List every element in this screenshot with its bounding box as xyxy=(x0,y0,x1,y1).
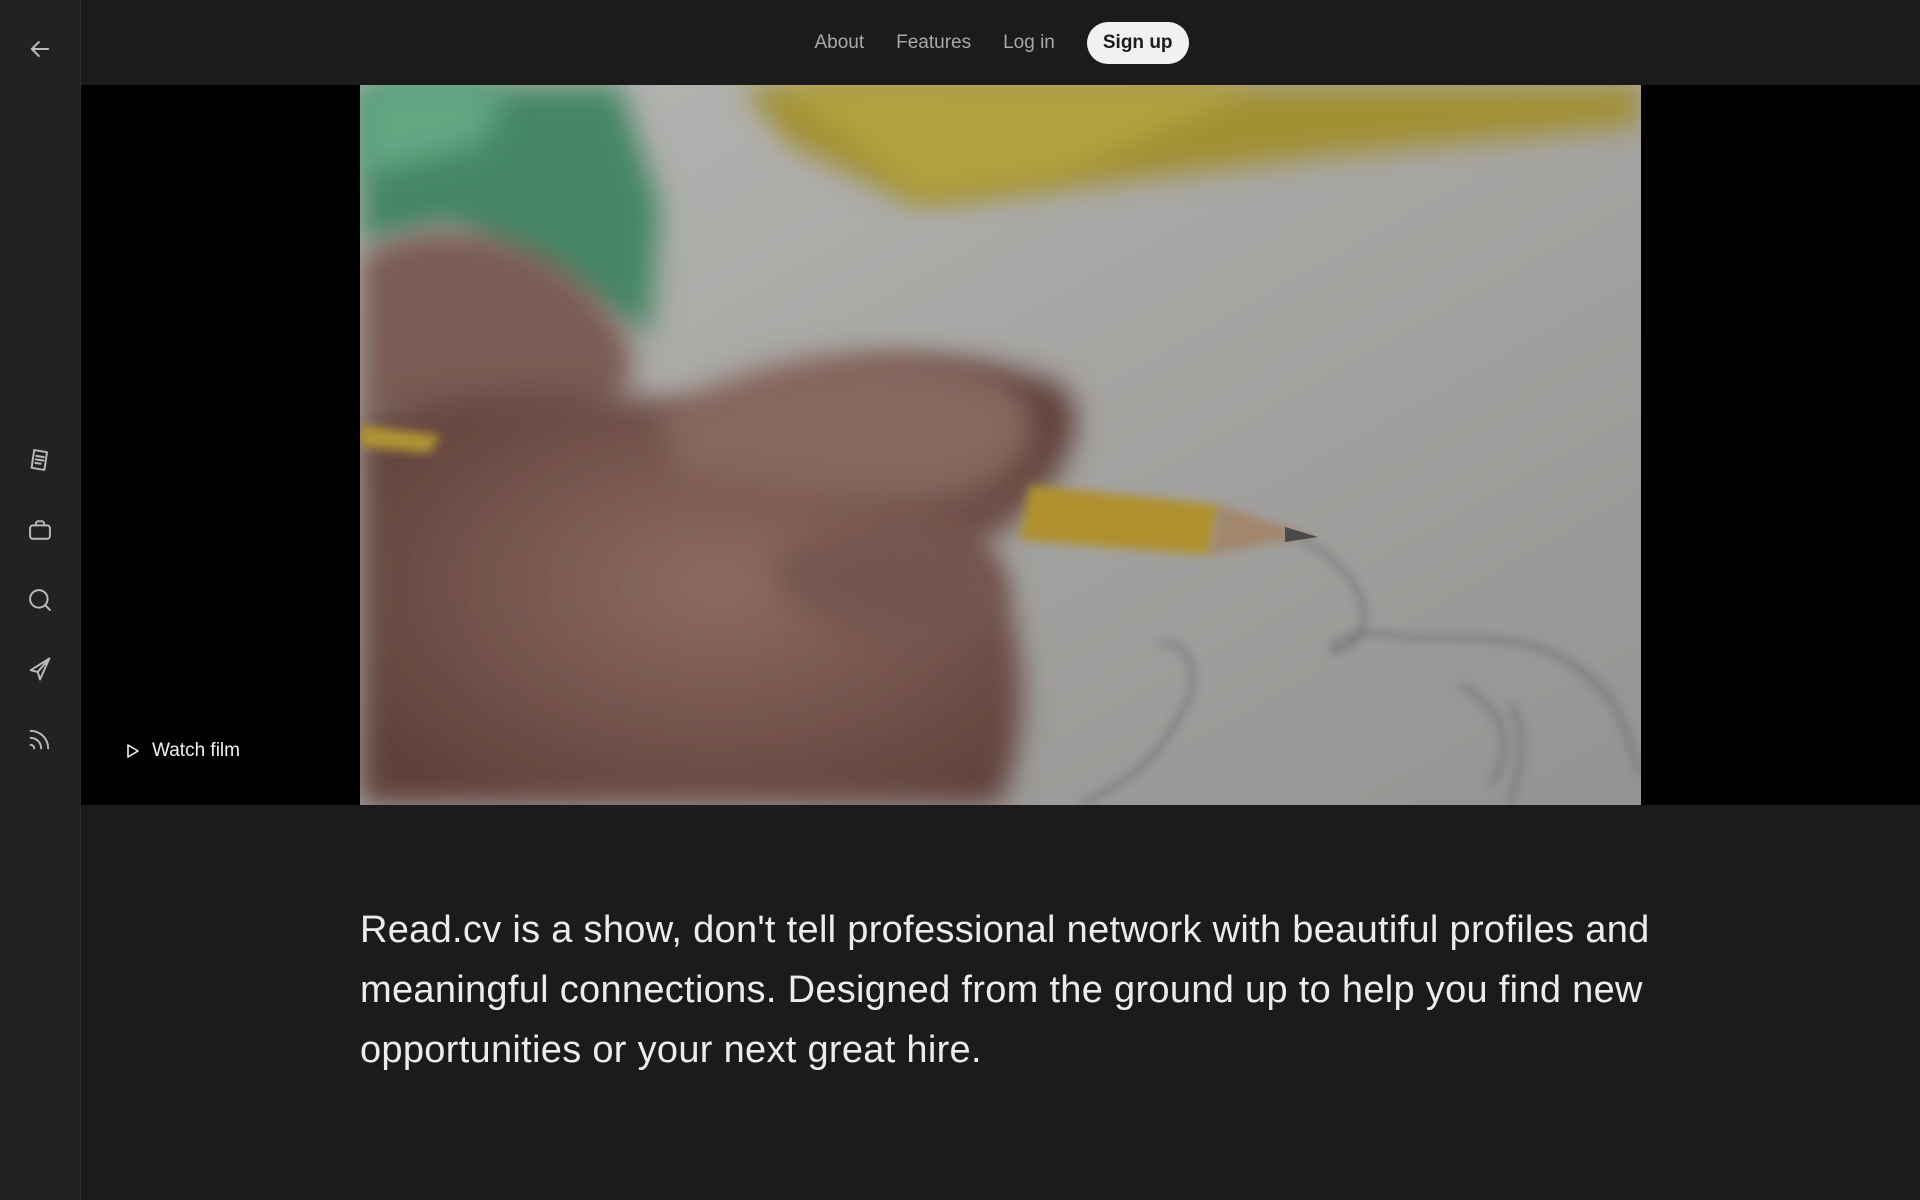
rss-feed-icon xyxy=(29,729,50,750)
sidebar-item-search[interactable] xyxy=(20,580,60,620)
back-button[interactable] xyxy=(20,29,60,69)
sidebar-item-messages[interactable] xyxy=(20,649,60,689)
document-icon xyxy=(30,449,48,471)
watch-film-label: Watch film xyxy=(152,740,240,761)
arrow-left-icon xyxy=(30,41,50,57)
top-navigation: About Features Log in Sign up xyxy=(81,0,1920,85)
watch-film-button[interactable]: Watch film xyxy=(126,740,240,762)
hero-image xyxy=(360,85,1641,805)
play-icon xyxy=(127,744,139,758)
send-icon xyxy=(29,657,51,681)
tagline-text: Read.cv is a show, don't tell profession… xyxy=(360,909,1650,1071)
sidebar-item-profile[interactable] xyxy=(20,440,60,480)
briefcase-icon xyxy=(29,520,51,540)
sidebar-item-jobs[interactable] xyxy=(20,510,60,550)
sidebar xyxy=(0,0,81,1200)
nav-link-login[interactable]: Log in xyxy=(1003,32,1055,54)
nav-link-features[interactable]: Features xyxy=(896,32,971,54)
search-icon xyxy=(29,589,51,611)
nav-link-about[interactable]: About xyxy=(814,32,864,54)
sidebar-item-feed[interactable] xyxy=(20,719,60,759)
hero-video[interactable]: Watch film xyxy=(81,85,1920,805)
signup-button[interactable]: Sign up xyxy=(1086,21,1189,64)
